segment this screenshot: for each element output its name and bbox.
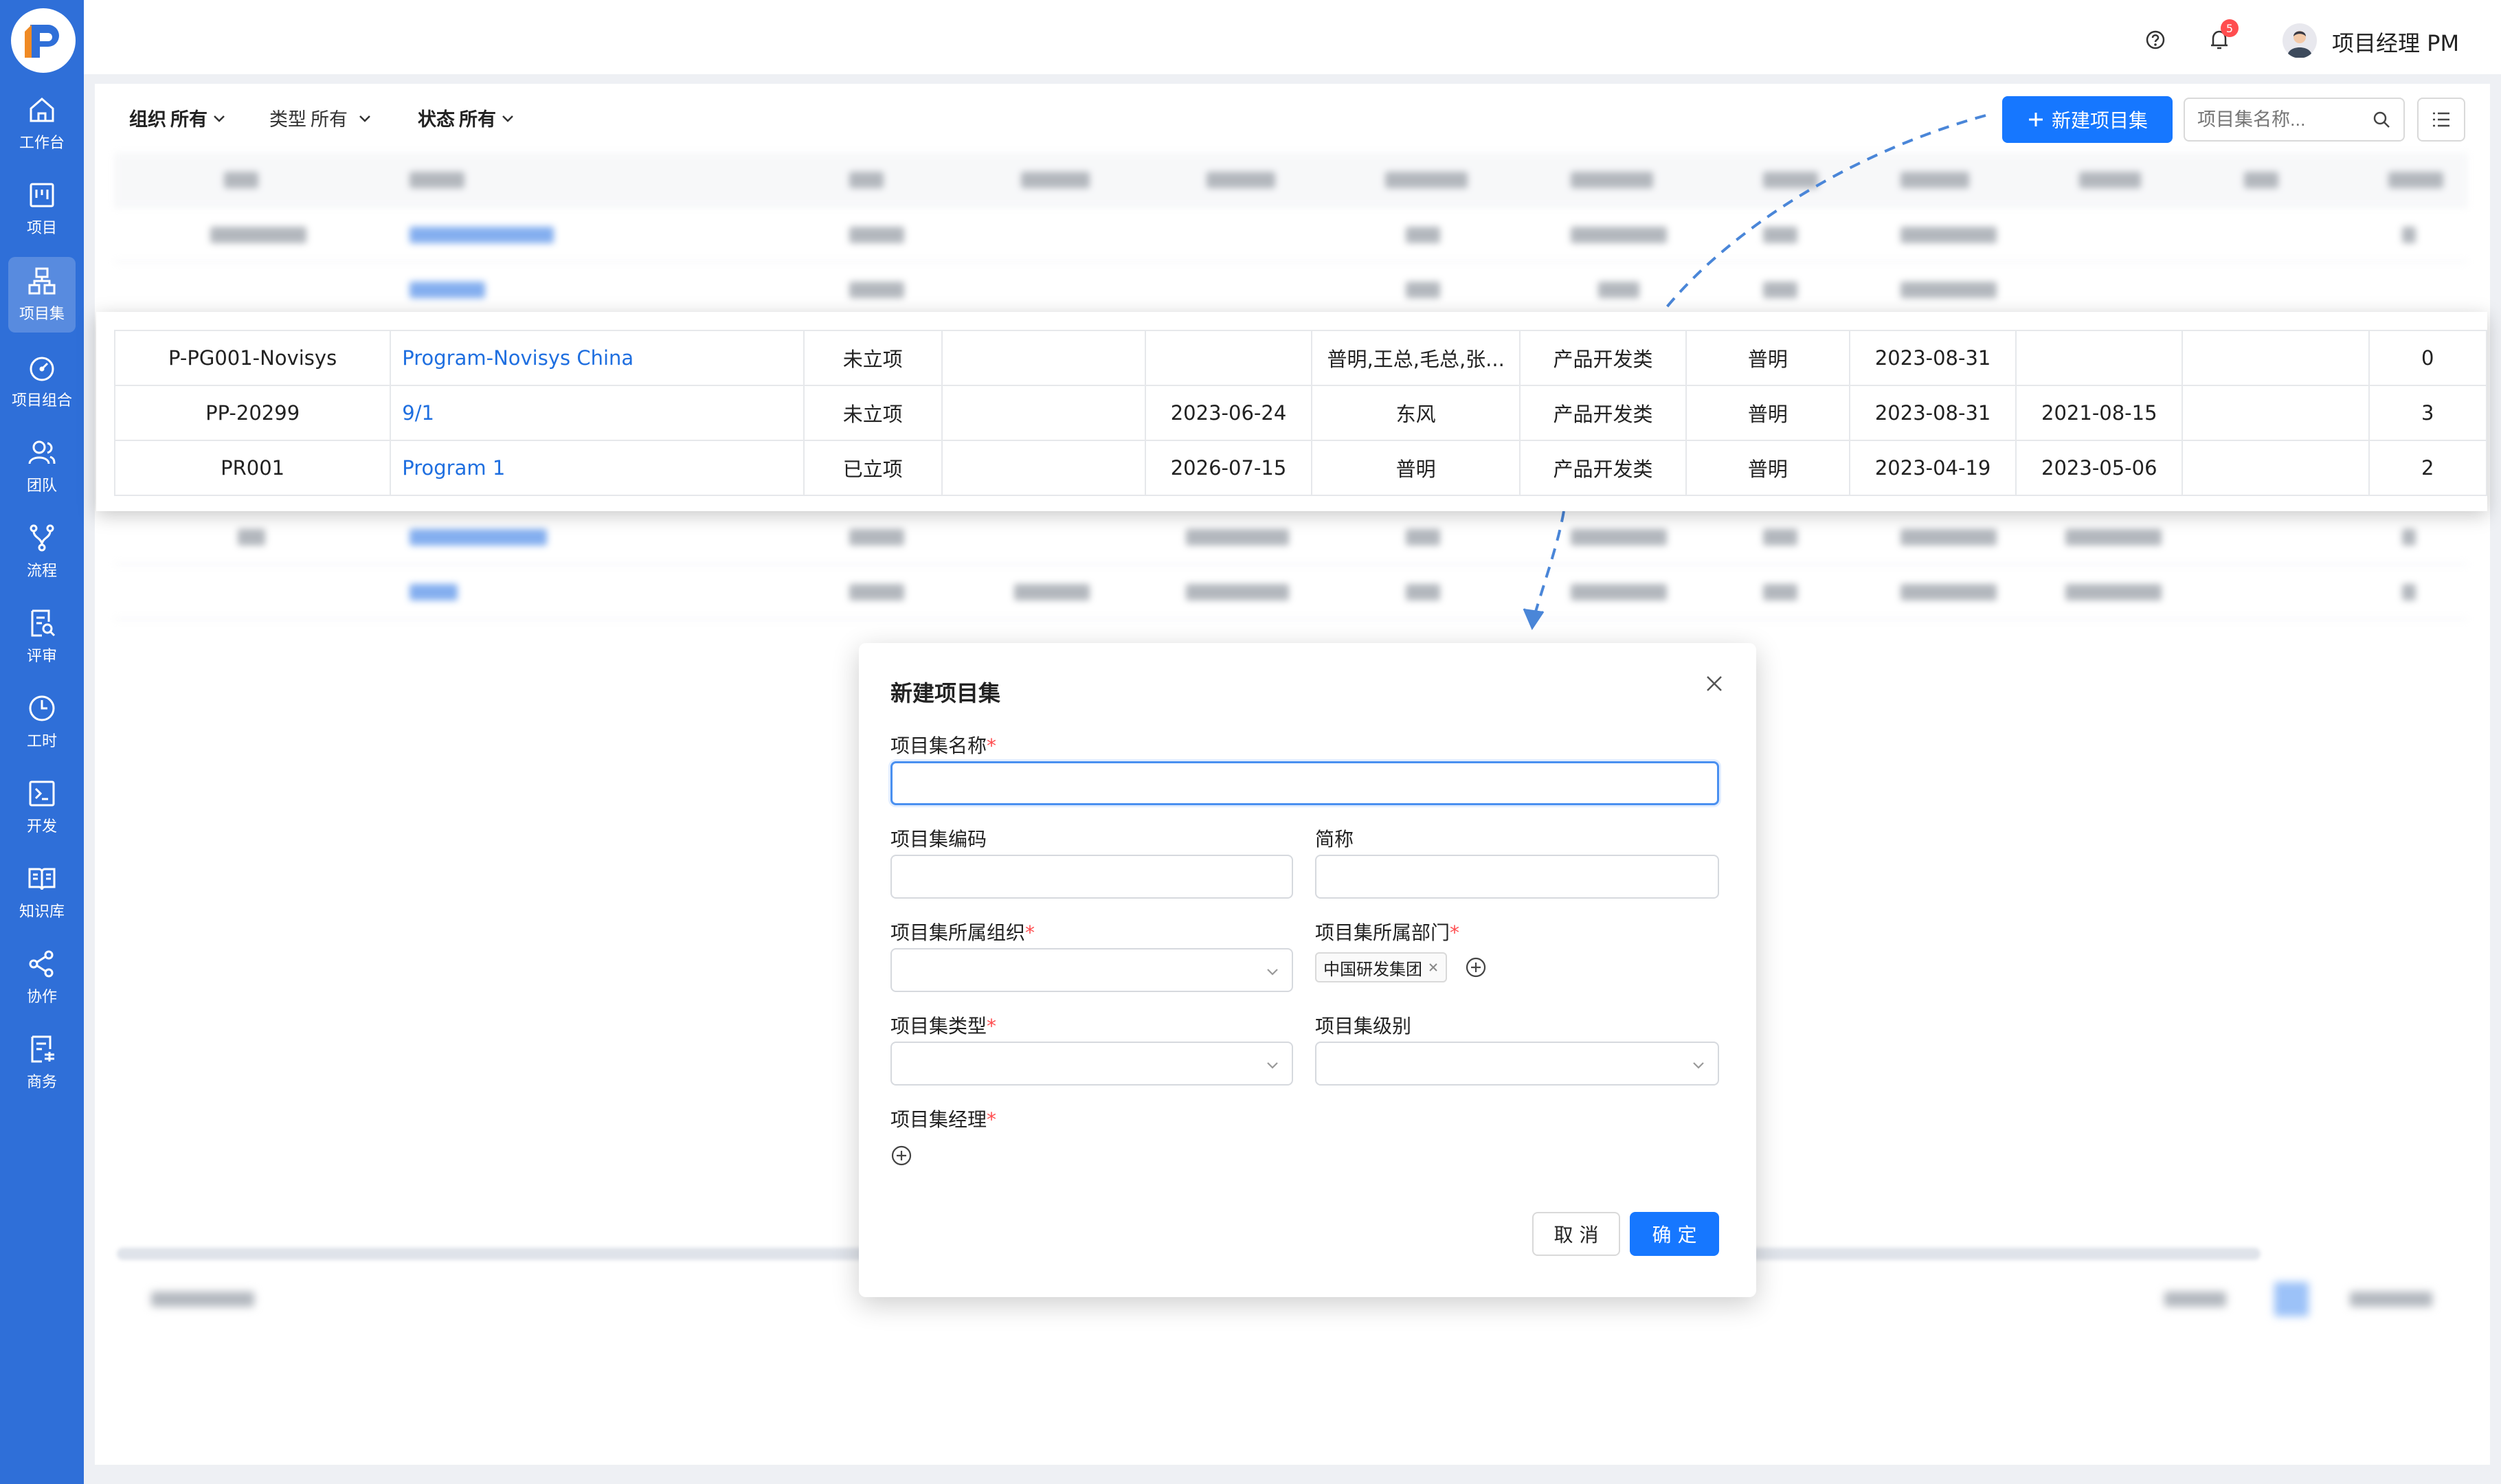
cell-count: 3	[2368, 385, 2488, 441]
highlighted-table: P-PG001-Novisys Program-Novisys China 未立…	[96, 312, 2488, 511]
cell	[2182, 330, 2370, 386]
org-label: 项目集所属组织*	[890, 921, 1035, 944]
program-code-field[interactable]	[890, 855, 1293, 899]
cell-creator: 普明	[1685, 440, 1851, 496]
chevron-down-icon	[1267, 969, 1278, 976]
type-label: 项目集类型*	[890, 1015, 997, 1037]
cell-members: 东风	[1311, 385, 1521, 441]
cell	[941, 330, 1146, 386]
cell-members: 普明	[1311, 440, 1521, 496]
new-program-dialog: 新建项目集 项目集名称* 项目集编码 简称 项目集所属组织* 项目集所属部门* …	[859, 643, 1756, 1297]
cell-name-link[interactable]: 9/1	[390, 385, 805, 441]
close-icon[interactable]	[1428, 962, 1439, 973]
cell	[2182, 440, 2370, 496]
cell-status: 已立项	[803, 440, 943, 496]
chevron-down-icon	[1267, 1062, 1278, 1069]
short-name-field[interactable]	[1315, 855, 1719, 899]
program-name-field[interactable]	[890, 761, 1719, 805]
add-circle-icon[interactable]	[1465, 956, 1487, 978]
cell-date: 2023-04-19	[1849, 440, 2017, 496]
cell-status: 未立项	[803, 385, 943, 441]
name-label: 项目集名称*	[890, 734, 997, 757]
cell-count: 0	[2368, 330, 2488, 386]
cell-type: 产品开发类	[1519, 330, 1687, 386]
cell-date: 2023-05-06	[2015, 440, 2184, 496]
cell-name-link[interactable]: Program-Novisys China	[390, 330, 805, 386]
program-name-input[interactable]	[893, 763, 1717, 803]
cancel-button[interactable]: 取 消	[1532, 1212, 1620, 1256]
cell	[2182, 385, 2370, 441]
table-row[interactable]: PR001 Program 1 已立项 2026-07-15 普明 产品开发类 …	[113, 440, 2488, 496]
cell-code: PR001	[113, 440, 392, 496]
program-code-input[interactable]	[892, 856, 1292, 897]
level-label: 项目集级别	[1315, 1015, 1412, 1037]
cell-type: 产品开发类	[1519, 440, 1687, 496]
dept-label: 项目集所属部门*	[1315, 921, 1460, 944]
cell-date: 2023-08-31	[1849, 385, 2017, 441]
cell-code: PP-20299	[113, 385, 392, 441]
cell-status: 未立项	[803, 330, 943, 386]
cell	[941, 440, 1146, 496]
org-select[interactable]	[890, 948, 1293, 992]
close-icon[interactable]	[1704, 673, 1725, 694]
chevron-down-icon	[1693, 1062, 1704, 1069]
cell-date: 2023-06-24	[1144, 385, 1313, 441]
cell-members: 普明,王总,毛总,张...	[1311, 330, 1521, 386]
short-name-input[interactable]	[1316, 856, 1718, 897]
cell-name-link[interactable]: Program 1	[390, 440, 805, 496]
cell-type: 产品开发类	[1519, 385, 1687, 441]
add-circle-icon[interactable]	[890, 1145, 912, 1167]
cell-date	[2015, 330, 2184, 386]
cell-creator: 普明	[1685, 330, 1851, 386]
confirm-button[interactable]: 确 定	[1630, 1212, 1719, 1256]
cell-date: 2026-07-15	[1144, 440, 1313, 496]
manager-label: 项目集经理*	[890, 1108, 997, 1131]
table-row[interactable]: P-PG001-Novisys Program-Novisys China 未立…	[113, 330, 2488, 386]
dialog-title: 新建项目集	[890, 680, 1001, 706]
cell-date: 2023-08-31	[1849, 330, 2017, 386]
cell-date: 2021-08-15	[2015, 385, 2184, 441]
cell-count: 2	[2368, 440, 2488, 496]
type-select[interactable]	[890, 1042, 1293, 1086]
cell-creator: 普明	[1685, 385, 1851, 441]
cell	[941, 385, 1146, 441]
dept-tag-label: 中国研发集团	[1323, 959, 1422, 979]
cell-code: P-PG001-Novisys	[113, 330, 392, 386]
table-row[interactable]: PP-20299 9/1 未立项 2023-06-24 东风 产品开发类 普明 …	[113, 385, 2488, 441]
short-name-label: 简称	[1315, 828, 1354, 851]
cell-date	[1144, 330, 1313, 386]
program-table: P-PG001-Novisys Program-Novisys China 未立…	[113, 330, 2488, 496]
code-label: 项目集编码	[890, 828, 987, 851]
level-select[interactable]	[1315, 1042, 1719, 1086]
dept-tag[interactable]: 中国研发集团	[1315, 952, 1447, 982]
